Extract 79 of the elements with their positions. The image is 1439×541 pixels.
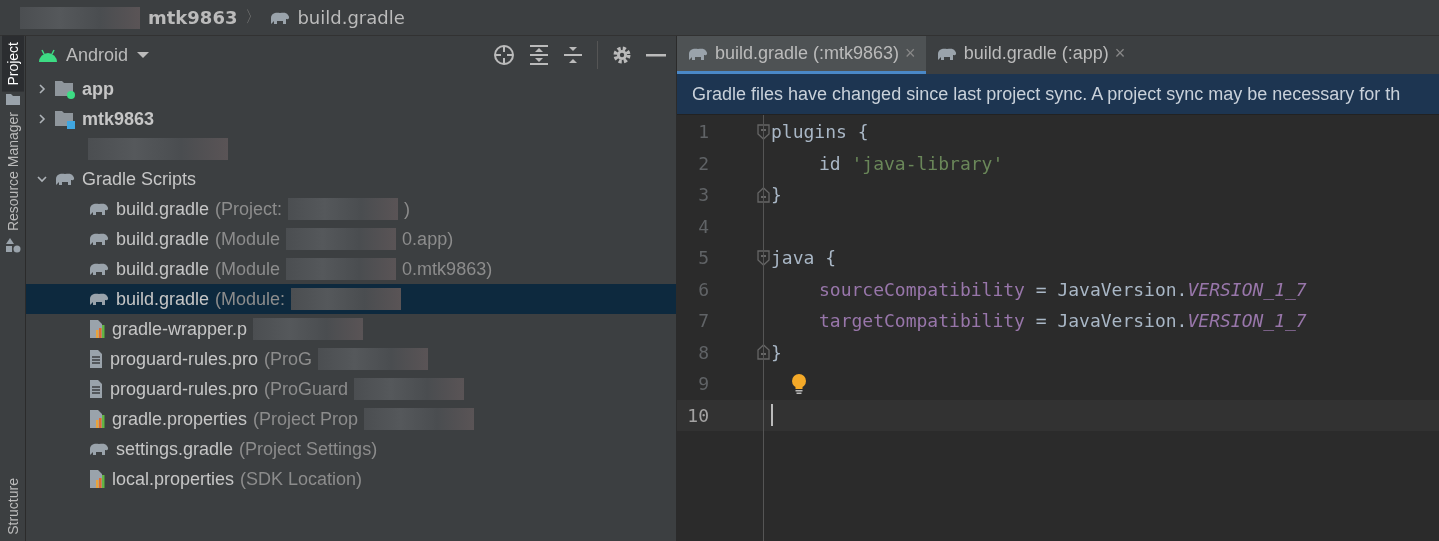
line-number: 7 xyxy=(697,310,709,332)
code-line: plugins { xyxy=(771,121,869,143)
file-description: (SDK Location) xyxy=(240,468,363,490)
file-name[interactable]: build.gradle xyxy=(116,228,210,250)
elephant-icon xyxy=(54,171,76,187)
module-folder-icon xyxy=(54,109,76,129)
file-description: (Module xyxy=(215,258,281,280)
file-name[interactable]: build.gradle xyxy=(116,258,210,280)
view-selector[interactable]: Android xyxy=(66,44,129,66)
expand-all-icon[interactable] xyxy=(529,44,549,66)
file-name[interactable]: settings.gradle xyxy=(116,438,234,460)
file-description: ) xyxy=(404,198,411,220)
properties-file-icon xyxy=(88,469,106,489)
editor-tab[interactable]: build.gradle (:app) × xyxy=(925,36,1136,74)
file-name[interactable]: proguard-rules.pro xyxy=(110,348,259,370)
tree-item[interactable]: app xyxy=(82,78,114,100)
fold-marker-icon[interactable] xyxy=(757,249,771,266)
code-line: id 'java-library' xyxy=(818,152,1004,174)
text-file-icon xyxy=(88,349,104,369)
android-icon xyxy=(38,48,58,62)
file-description: 0.mtk9863) xyxy=(402,258,493,280)
text-file-icon xyxy=(88,379,104,399)
line-number: 4 xyxy=(697,215,709,237)
properties-file-icon xyxy=(88,409,106,429)
file-description: (Project Prop xyxy=(253,408,359,430)
module-folder-icon xyxy=(54,79,76,99)
fold-marker-icon[interactable] xyxy=(757,186,771,203)
elephant-icon xyxy=(88,231,110,247)
collapse-all-icon[interactable] xyxy=(563,44,583,66)
file-name[interactable]: proguard-rules.pro xyxy=(110,378,259,400)
line-number: 10 xyxy=(686,404,709,426)
elephant-icon xyxy=(88,261,110,277)
tool-window-tab[interactable]: Project xyxy=(1,36,24,92)
text-cursor xyxy=(771,404,773,427)
elephant-icon xyxy=(88,291,110,307)
line-number: 5 xyxy=(697,247,709,269)
tool-window-tab[interactable]: Structure xyxy=(1,472,24,541)
fold-marker-icon[interactable] xyxy=(757,344,771,361)
code-line: } xyxy=(771,184,782,206)
sync-notification: Gradle files have changed since last project sync. A project sync may be necessary for th xyxy=(677,74,1439,115)
settings-icon[interactable] xyxy=(612,45,632,65)
locate-icon[interactable] xyxy=(493,44,515,66)
file-description: 0.app) xyxy=(402,228,454,250)
breadcrumb-item[interactable]: build.gradle xyxy=(297,7,405,28)
line-number: 3 xyxy=(697,184,709,206)
file-description: (Module: xyxy=(215,288,286,310)
code-line: targetCompatibility = JavaVersion.VERSION_1_7 xyxy=(818,310,1307,332)
file-name[interactable]: gradle.properties xyxy=(112,408,248,430)
breadcrumb-item[interactable]: mtk9863 xyxy=(148,7,238,28)
file-name[interactable]: local.properties xyxy=(112,468,235,490)
file-description: (Project Settings) xyxy=(239,438,378,460)
tree-item[interactable]: Gradle Scripts xyxy=(82,168,197,190)
minimize-icon[interactable] xyxy=(646,53,666,57)
lightbulb-icon[interactable] xyxy=(791,372,807,395)
dropdown-icon[interactable] xyxy=(136,51,151,59)
file-description: (Module xyxy=(215,228,281,250)
line-number: 9 xyxy=(697,373,709,395)
file-name[interactable]: build.gradle xyxy=(116,288,210,310)
code-line: } xyxy=(771,341,782,363)
shapes-icon xyxy=(4,236,21,253)
file-name[interactable]: build.gradle xyxy=(116,198,210,220)
code-line: java { xyxy=(771,247,837,269)
line-number: 2 xyxy=(697,152,709,174)
breadcrumb-separator: 〉 xyxy=(245,7,262,28)
tool-window-tab[interactable]: Resource Manager xyxy=(1,105,24,237)
file-description: (ProG xyxy=(264,348,313,370)
properties-file-icon xyxy=(88,319,106,339)
file-description: (ProGuard xyxy=(264,378,349,400)
elephant-icon xyxy=(88,441,110,457)
code-line: sourceCompatibility = JavaVersion.VERSION_1_7 xyxy=(818,278,1307,300)
line-number: 6 xyxy=(697,278,709,300)
elephant-icon xyxy=(88,201,110,217)
file-name[interactable]: gradle-wrapper.p xyxy=(112,318,248,340)
line-number: 8 xyxy=(697,341,709,363)
editor-tab[interactable]: build.gradle (:mtk9863) × xyxy=(677,36,926,74)
tree-item[interactable]: mtk9863 xyxy=(82,108,155,130)
fold-marker-icon[interactable] xyxy=(757,123,771,140)
line-number: 1 xyxy=(697,121,709,143)
file-description: (Project: xyxy=(215,198,283,220)
